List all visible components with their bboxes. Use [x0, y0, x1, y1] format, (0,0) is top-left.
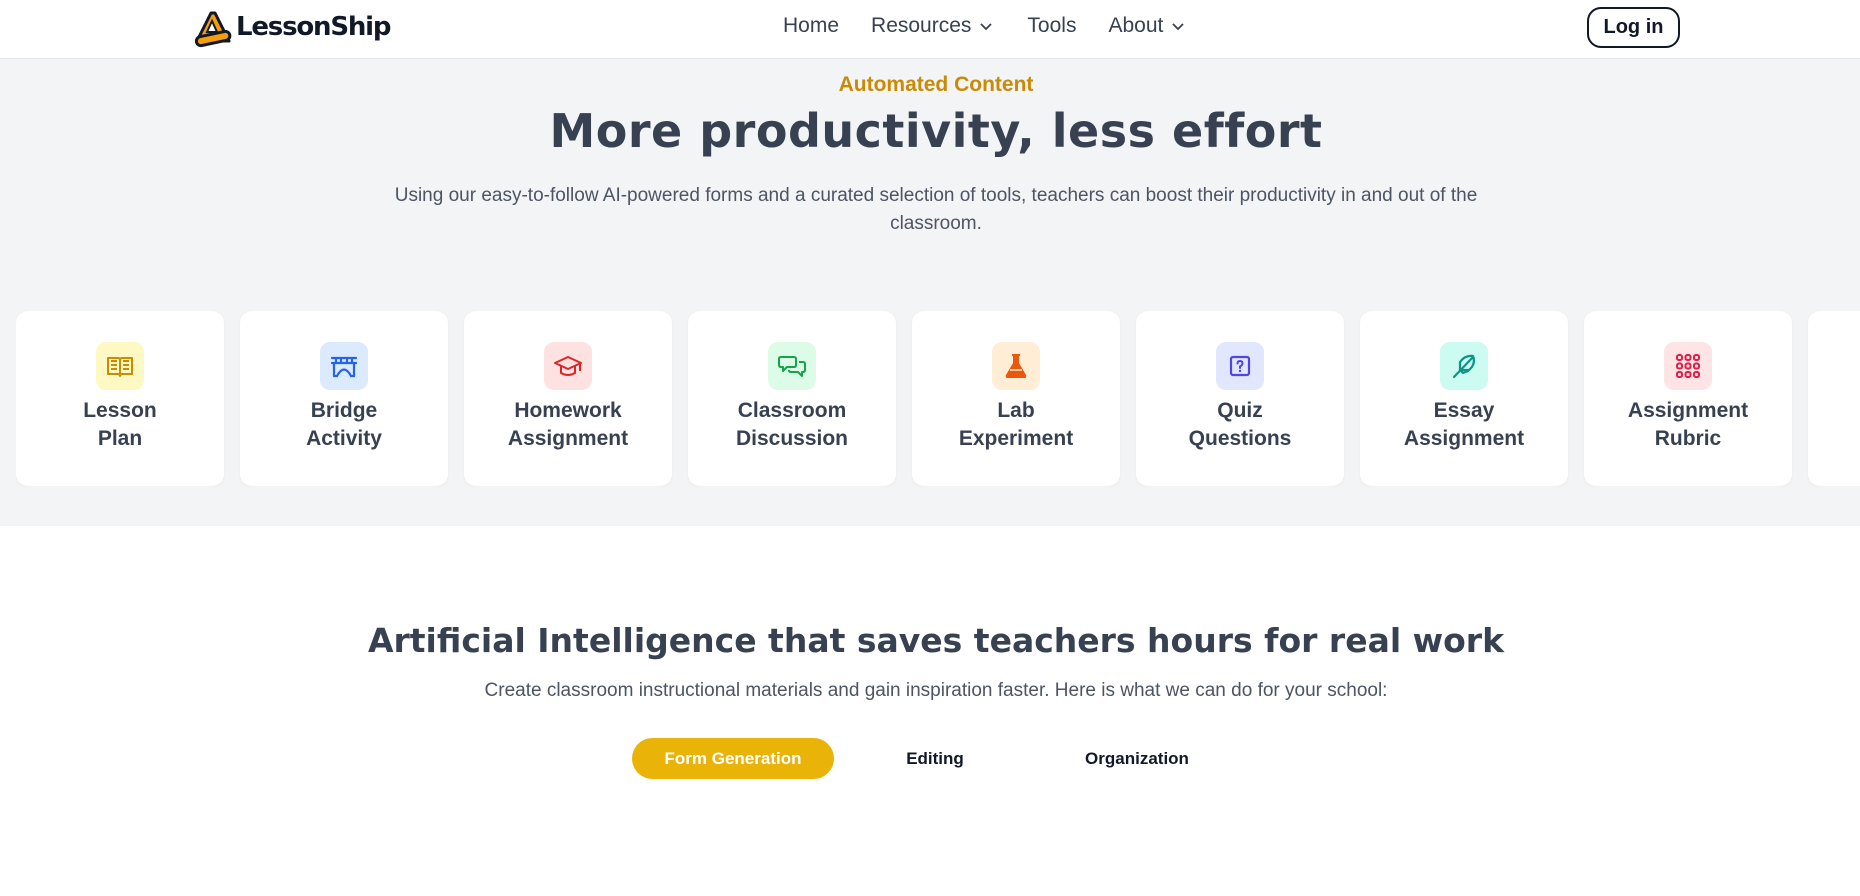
logo-icon — [194, 11, 232, 48]
chevron-down-icon — [980, 23, 993, 31]
card-bridge-activity[interactable]: Bridge Activity — [240, 311, 448, 486]
nav-tools[interactable]: Tools — [1027, 14, 1076, 38]
feather-icon — [1440, 342, 1488, 390]
nav-about[interactable]: About — [1108, 14, 1185, 38]
features-subtitle: Create classroom instructional materials… — [484, 680, 1388, 701]
card-label: Classroom Discussion — [735, 399, 849, 450]
card-label: Assignment Rubric — [1627, 399, 1749, 450]
graduation-cap-icon — [544, 342, 592, 390]
section-eyebrow: Automated Content — [838, 73, 1034, 96]
question-box-icon — [1216, 342, 1264, 390]
login-button[interactable]: Log in — [1587, 7, 1680, 48]
bridge-icon — [320, 342, 368, 390]
tool-card-carousel[interactable]: Lesson Plan Bridge Activity Homework Assign… — [16, 311, 1860, 486]
nav-resources-label: Resources — [871, 14, 972, 37]
card-next-partial[interactable] — [1808, 311, 1860, 486]
tab-form-generation[interactable]: Form Generation — [632, 738, 834, 779]
card-label: Lesson Plan — [83, 399, 157, 450]
card-label: Homework Assignment — [507, 399, 629, 450]
main-nav: Home Resources Tools About — [783, 14, 1185, 38]
brand-name: LessonShip — [236, 12, 391, 42]
book-icon — [96, 342, 144, 390]
card-lesson-plan[interactable]: Lesson Plan — [16, 311, 224, 486]
hero-subtitle: Using our easy-to-follow AI-powered form… — [394, 185, 1478, 234]
nav-resources[interactable]: Resources — [871, 14, 993, 38]
grid-dots-icon — [1664, 342, 1712, 390]
tab-organization[interactable]: Organization — [1036, 738, 1238, 779]
nav-about-label: About — [1108, 14, 1164, 37]
card-classroom-discussion[interactable]: Classroom Discussion — [688, 311, 896, 486]
site-header: LessonShip Home Resources Tools About Lo… — [0, 0, 1860, 59]
hero-title: More productivity, less effort — [549, 104, 1323, 158]
card-label: Lab Experiment — [958, 399, 1074, 450]
brand-logo[interactable]: LessonShip — [192, 6, 391, 48]
card-assignment-rubric[interactable]: Assignment Rubric — [1584, 311, 1792, 486]
features-title: Artificial Intelligence that saves teach… — [367, 621, 1505, 660]
flask-icon — [992, 342, 1040, 390]
tab-editing[interactable]: Editing — [834, 738, 1036, 779]
card-lab-experiment[interactable]: Lab Experiment — [912, 311, 1120, 486]
card-label: Quiz Questions — [1188, 399, 1292, 450]
nav-tools-label: Tools — [1027, 14, 1077, 37]
chat-bubbles-icon — [768, 342, 816, 390]
card-quiz-questions[interactable]: Quiz Questions — [1136, 311, 1344, 486]
chevron-down-icon — [1172, 23, 1184, 31]
card-essay-assignment[interactable]: Essay Assignment — [1360, 311, 1568, 486]
card-homework-assignment[interactable]: Homework Assignment — [464, 311, 672, 486]
nav-home[interactable]: Home — [783, 14, 839, 38]
card-label: Essay Assignment — [1403, 399, 1525, 450]
card-label: Bridge Activity — [306, 399, 382, 450]
nav-home-label: Home — [783, 14, 840, 37]
